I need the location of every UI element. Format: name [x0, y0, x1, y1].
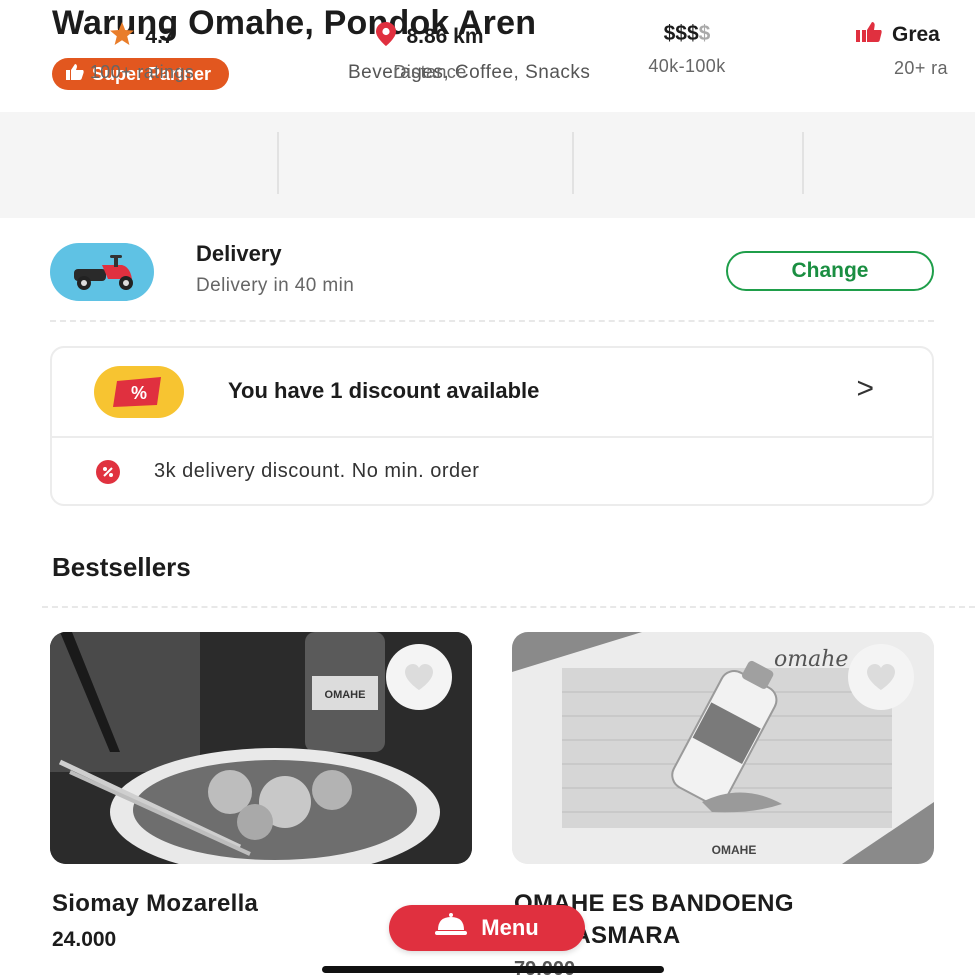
star-icon	[109, 22, 135, 52]
product-name[interactable]: Siomay Mozarella	[52, 890, 258, 918]
stat-divider	[572, 132, 574, 194]
discount-badge-icon	[96, 460, 120, 484]
cloche-icon	[435, 913, 468, 943]
delivery-title: Delivery	[196, 241, 282, 266]
svg-text:omahe: omahe	[774, 647, 848, 672]
stat-price[interactable]: $$$$ 40k-100k	[612, 22, 762, 77]
discount-detail: 3k delivery discount. No min. order	[52, 440, 932, 506]
stats-strip[interactable]	[0, 112, 975, 218]
favorite-heart-button[interactable]	[848, 644, 914, 710]
stat-divider	[802, 132, 804, 194]
discount-percent-icon: %	[94, 366, 184, 418]
section-divider	[42, 606, 975, 608]
heart-icon	[405, 664, 433, 690]
distance-label: Distance	[393, 62, 467, 82]
product-price: 24.000	[52, 928, 117, 951]
stat-great[interactable]: Grea 20+ ra	[856, 22, 975, 79]
thumbs-up-icon	[856, 22, 882, 48]
section-divider	[50, 320, 934, 322]
bestsellers-title: Bestsellers	[52, 552, 191, 582]
discount-note: 3k delivery discount. No min. order	[154, 460, 480, 482]
great-value: Grea	[892, 23, 940, 46]
home-indicator[interactable]	[322, 966, 664, 973]
chevron-right-icon[interactable]: >	[856, 372, 874, 406]
great-count: 20+ ra	[894, 58, 948, 78]
favorite-heart-button[interactable]	[386, 644, 452, 710]
scooter-icon	[50, 243, 154, 301]
menu-button[interactable]: Menu	[389, 905, 585, 951]
svg-text:%: %	[131, 383, 147, 403]
heart-icon	[867, 664, 895, 690]
discount-header[interactable]: % You have 1 discount available >	[52, 348, 932, 438]
rating-count: 100+ ratings	[89, 62, 195, 82]
stat-distance[interactable]: 8.86 km Distance	[330, 22, 530, 83]
product-image-siomay[interactable]: OMAHE	[50, 632, 472, 864]
svg-text:OMAHE: OMAHE	[325, 689, 366, 701]
delivery-time: Delivery in 40 min	[196, 275, 355, 296]
price-range: 40k-100k	[648, 56, 726, 76]
stat-rating[interactable]: 4.7 100+ ratings	[52, 22, 232, 83]
stat-divider	[277, 132, 279, 194]
svg-text:OMAHE: OMAHE	[712, 843, 757, 857]
discount-title: You have 1 discount available	[228, 378, 540, 403]
menu-label: Menu	[481, 915, 539, 940]
location-pin-icon	[376, 22, 397, 52]
distance-value: 8.86 km	[406, 25, 484, 48]
rating-value: 4.7	[145, 25, 175, 48]
product-image-omahe-es[interactable]: omahe OMAHE	[512, 632, 934, 864]
discount-card[interactable]: % You have 1 discount available > 3k del…	[50, 346, 934, 506]
change-delivery-button[interactable]: Change	[726, 251, 934, 291]
price-level: $$$$	[663, 22, 711, 45]
